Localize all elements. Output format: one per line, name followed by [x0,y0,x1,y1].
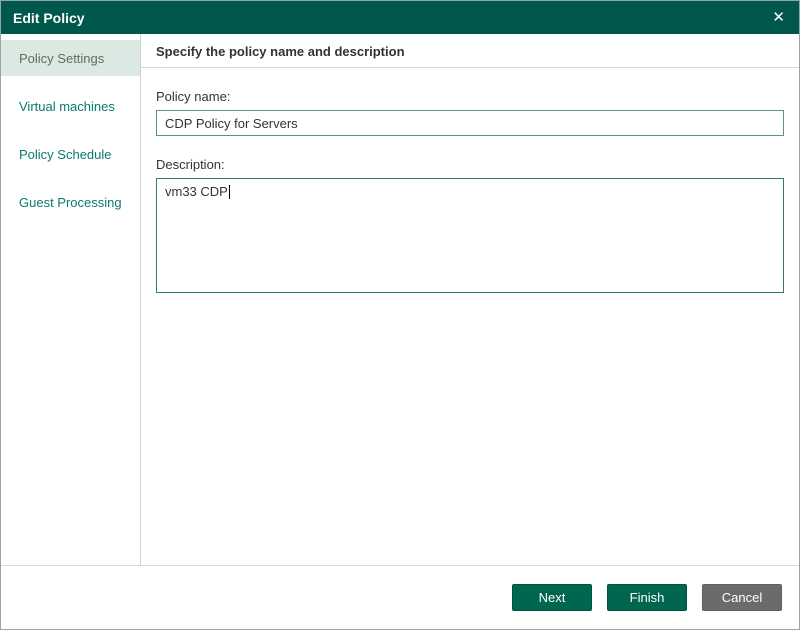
sidebar-item-label: Policy Settings [19,50,105,66]
sidebar-item-virtual-machines[interactable]: Virtual machines [1,88,140,124]
sidebar-item-label: Guest Processing [19,194,122,210]
window-title: Edit Policy [13,9,85,26]
content-pane: Specify the policy name and description … [141,34,799,565]
sidebar-item-label: Virtual machines [19,98,115,114]
sidebar-item-policy-schedule[interactable]: Policy Schedule [1,136,140,172]
description-text: vm33 CDP [165,184,228,199]
footer-button-bar: Next Finish Cancel [1,565,799,629]
sidebar-item-guest-processing[interactable]: Guest Processing [1,184,140,220]
cancel-button[interactable]: Cancel [702,584,782,611]
finish-button[interactable]: Finish [607,584,687,611]
sidebar-item-policy-settings[interactable]: Policy Settings [1,40,140,76]
edit-policy-dialog: Edit Policy ✕ Policy Settings Virtual ma… [0,0,800,630]
next-button[interactable]: Next [512,584,592,611]
text-caret [228,185,230,199]
policy-name-label: Policy name: [156,89,231,104]
close-icon[interactable]: ✕ [772,10,785,25]
page-title: Specify the policy name and description [141,34,799,68]
dialog-body: Policy Settings Virtual machines Policy … [1,34,799,565]
sidebar-item-label: Policy Schedule [19,146,112,162]
policy-form: Policy name: Description: vm33 CDP [141,68,799,293]
wizard-steps-sidebar: Policy Settings Virtual machines Policy … [1,34,141,565]
policy-name-input[interactable] [156,110,784,136]
description-label: Description: [156,157,225,172]
title-bar: Edit Policy ✕ [1,1,799,34]
description-textarea[interactable]: vm33 CDP [156,178,784,293]
